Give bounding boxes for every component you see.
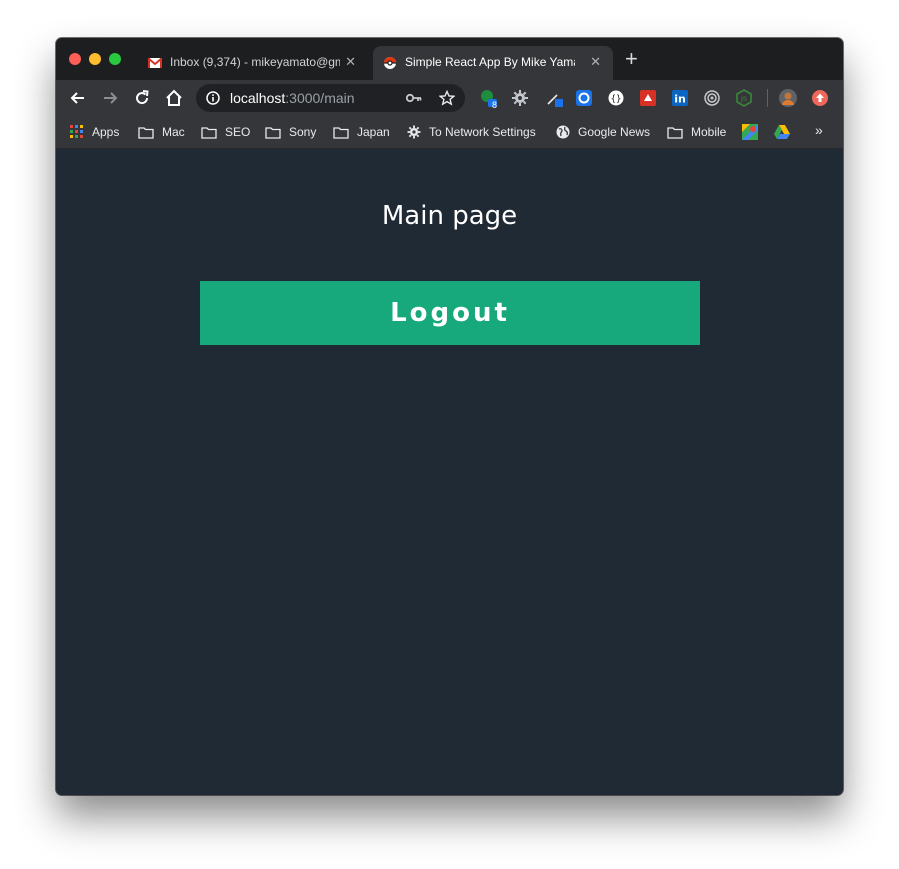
apps-grid-icon	[70, 125, 83, 138]
key-icon[interactable]	[406, 92, 422, 104]
svg-text:{}: {}	[611, 95, 622, 105]
info-icon[interactable]	[206, 91, 220, 105]
blue-circle-extension-icon[interactable]	[575, 89, 593, 107]
forward-icon[interactable]	[100, 88, 120, 108]
browser-window: Inbox (9,374) - mikeyamato@gmail.com ✕ S…	[56, 38, 843, 795]
globe-icon	[556, 125, 570, 139]
bookmark-folder-sony[interactable]: Sony	[265, 122, 316, 142]
page-title: Main page	[381, 201, 518, 232]
maximize-window-button[interactable]	[109, 53, 121, 65]
svg-text:in: in	[674, 93, 686, 106]
bookmark-network-settings[interactable]: To Network Settings	[407, 122, 536, 142]
linkedin-icon[interactable]: in	[671, 89, 689, 107]
bookmark-folder-mobile[interactable]: Mobile	[667, 122, 726, 142]
tab-react-app[interactable]: Simple React App By Mike Yamato ✕	[373, 46, 613, 80]
toolbar-separator	[767, 89, 768, 107]
gear-extension-icon[interactable]	[511, 89, 529, 107]
url-host: localhost	[230, 90, 286, 106]
tab-title: Inbox (9,374) - mikeyamato@gmail.com	[170, 55, 340, 69]
braces-extension-icon[interactable]: {}	[607, 89, 625, 107]
gmail-icon	[148, 58, 162, 68]
bookmark-google-news[interactable]: Google News	[556, 122, 650, 142]
close-window-button[interactable]	[69, 53, 81, 65]
gear-icon	[407, 125, 421, 139]
reload-icon[interactable]	[132, 88, 152, 108]
close-tab-icon[interactable]: ✕	[590, 54, 601, 70]
folder-icon	[265, 126, 281, 139]
bookmark-apps[interactable]: Apps	[70, 122, 119, 142]
url-path: :3000/main	[285, 90, 355, 106]
logout-button[interactable]: Logout	[200, 281, 700, 345]
folder-icon	[667, 126, 683, 139]
pokeball-icon	[384, 57, 396, 69]
back-icon[interactable]	[68, 88, 88, 108]
bookmark-folder-japan[interactable]: Japan	[333, 122, 390, 142]
folder-icon	[138, 126, 154, 139]
bookmark-label: To Network Settings	[429, 125, 536, 139]
google-drive-icon[interactable]	[774, 125, 790, 139]
bookmark-label: Mobile	[691, 125, 727, 139]
minimize-window-button[interactable]	[89, 53, 101, 65]
tab-strip: Inbox (9,374) - mikeyamato@gmail.com ✕ S…	[56, 38, 843, 80]
bookmark-label: Apps	[92, 125, 120, 139]
folder-icon	[333, 126, 349, 139]
extension-badge: 8	[491, 100, 497, 110]
page-content: Main page Logout	[56, 149, 843, 795]
url-text[interactable]: localhost:3000/main	[230, 90, 355, 106]
home-icon[interactable]	[164, 88, 184, 108]
bookmark-folder-seo[interactable]: SEO	[201, 122, 250, 142]
bookmark-label: SEO	[225, 125, 251, 139]
svg-text:JS: JS	[740, 95, 747, 103]
update-icon[interactable]	[811, 89, 829, 107]
address-bar[interactable]: localhost:3000/main	[196, 84, 465, 112]
bookmark-star-icon[interactable]	[439, 90, 455, 106]
google-maps-icon[interactable]	[742, 124, 758, 140]
bookmarks-bar: Apps Mac SEO Sony Japan To Network Setti…	[56, 116, 843, 149]
bookmark-label: Japan	[357, 125, 390, 139]
toolbar: localhost:3000/main 8 {} in JS	[56, 80, 843, 116]
bookmark-folder-mac[interactable]: Mac	[138, 122, 185, 142]
red-extension-icon[interactable]	[639, 89, 657, 107]
close-tab-icon[interactable]: ✕	[345, 54, 356, 70]
target-extension-icon[interactable]	[703, 89, 721, 107]
bookmark-label: Sony	[289, 125, 317, 139]
tab-title: Simple React App By Mike Yamato	[405, 55, 575, 69]
new-tab-button[interactable]: +	[625, 48, 638, 70]
nodejs-icon[interactable]: JS	[735, 89, 753, 107]
folder-icon	[201, 126, 217, 139]
tab-inbox[interactable]: Inbox (9,374) - mikeyamato@gmail.com ✕	[138, 46, 368, 80]
eyedropper-extension-icon[interactable]	[545, 89, 563, 107]
bookmark-label: Google News	[578, 125, 651, 139]
avatar[interactable]	[779, 89, 797, 107]
more-bookmarks-icon[interactable]: »	[815, 122, 823, 138]
bookmark-label: Mac	[162, 125, 185, 139]
